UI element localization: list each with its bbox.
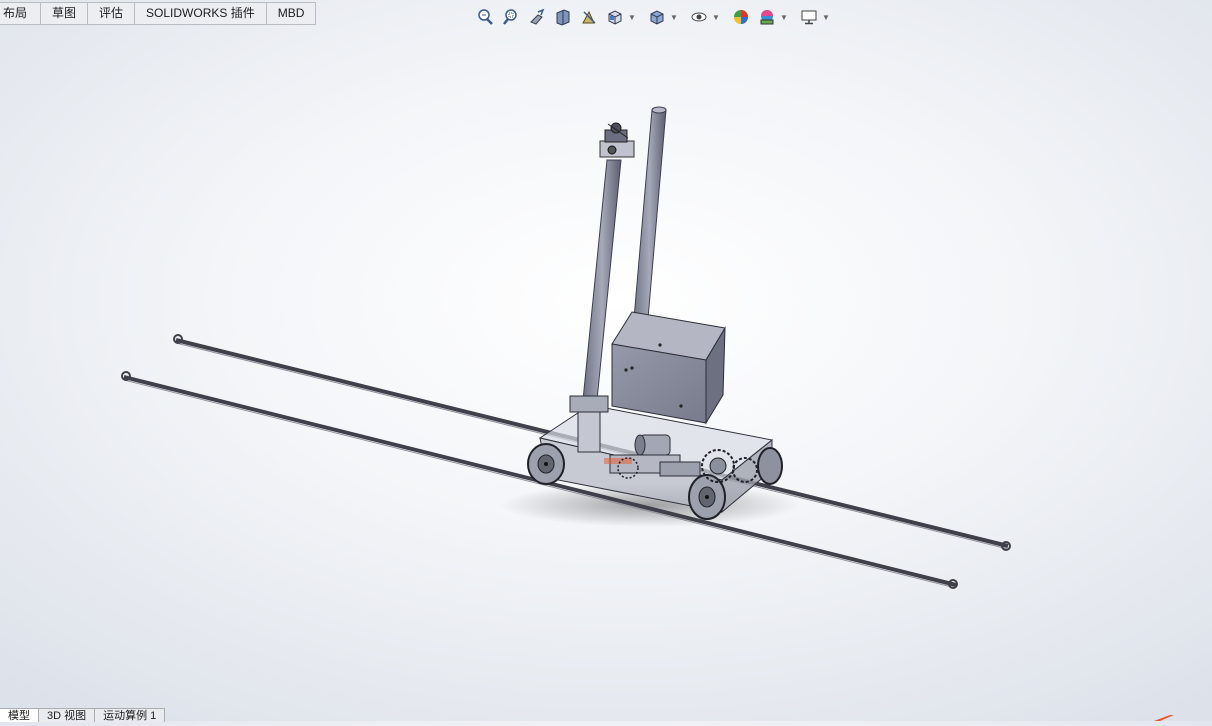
- zoom-to-fit-icon[interactable]: [474, 6, 496, 28]
- camera-head[interactable]: [599, 122, 635, 158]
- view-settings-icon[interactable]: [798, 6, 820, 28]
- tab-mbd[interactable]: MBD: [267, 3, 317, 24]
- tab-evaluate[interactable]: 评估: [88, 3, 136, 24]
- zoom-to-area-icon[interactable]: [500, 6, 522, 28]
- model-view-tabs: 模型 3D 视图 运动算例 1: [0, 708, 166, 722]
- heads-up-view-toolbar: ▼ ▼ ▼ ▼ ▼: [474, 6, 836, 28]
- tab-3d-views[interactable]: 3D 视图: [39, 709, 96, 722]
- hide-show-dropdown-icon[interactable]: ▼: [712, 6, 720, 28]
- dynamic-annotation-view-icon[interactable]: [578, 6, 600, 28]
- edit-appearance-icon[interactable]: [730, 6, 752, 28]
- view-orientation-dropdown-icon[interactable]: ▼: [628, 6, 636, 28]
- display-style-icon[interactable]: [646, 6, 668, 28]
- apply-scene-dropdown-icon[interactable]: ▼: [780, 6, 788, 28]
- section-view-icon[interactable]: [552, 6, 574, 28]
- tab-sketch[interactable]: 草图: [41, 3, 89, 24]
- view-settings-dropdown-icon[interactable]: ▼: [822, 6, 830, 28]
- tab-model[interactable]: 模型: [0, 709, 39, 722]
- wheel-front-left[interactable]: [527, 443, 565, 485]
- robot-assembly-model[interactable]: [0, 0, 1212, 721]
- tab-motion-study-1[interactable]: 运动算例 1: [95, 709, 166, 722]
- hide-show-items-icon[interactable]: [688, 6, 710, 28]
- apply-scene-icon[interactable]: [756, 6, 778, 28]
- previous-view-icon[interactable]: [526, 6, 548, 28]
- tab-solidworks-addins[interactable]: SOLIDWORKS 插件: [135, 3, 267, 24]
- command-manager-tabs: 布局 草图 评估 SOLIDWORKS 插件 MBD: [0, 2, 317, 25]
- tab-layout[interactable]: 布局: [0, 3, 42, 24]
- wheel-rear-right[interactable]: [757, 447, 783, 485]
- wheel-front-right[interactable]: [688, 474, 726, 520]
- triad-corner-icon: [1154, 715, 1174, 721]
- view-orientation-icon[interactable]: [604, 6, 626, 28]
- electronics-box[interactable]: [611, 311, 726, 425]
- graphics-area[interactable]: [0, 0, 1212, 721]
- display-style-dropdown-icon[interactable]: ▼: [670, 6, 678, 28]
